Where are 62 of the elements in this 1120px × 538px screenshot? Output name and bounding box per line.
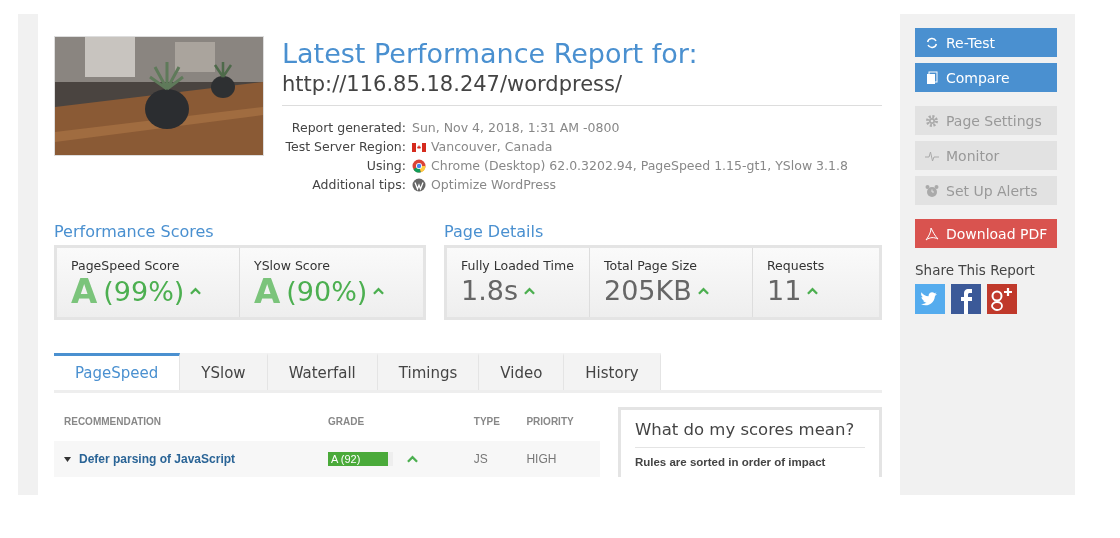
column-header: PRIORITY [516, 393, 600, 442]
score-value: (90%) [286, 275, 368, 307]
section-title: Page Details [444, 222, 545, 241]
score-label: PageSpeed Score [71, 258, 181, 273]
up-chevron-icon [407, 455, 418, 464]
alarm-clock-icon [925, 183, 939, 198]
facebook-icon[interactable] [951, 284, 981, 314]
action-button[interactable]: Download PDF [915, 219, 1057, 248]
tab[interactable]: YSlow [180, 353, 268, 390]
tab[interactable]: Timings [377, 353, 480, 390]
up-chevron-icon [373, 287, 385, 295]
grade-letter: A [71, 275, 98, 307]
copy-icon [925, 70, 939, 85]
section-title: Performance Scores [54, 222, 215, 241]
up-chevron-icon [697, 286, 709, 295]
detail-value: Vancouver, Canada [431, 139, 553, 154]
grade-letter: A [254, 275, 281, 307]
tab[interactable]: Waterfall [267, 353, 378, 390]
gear-icon [925, 113, 939, 128]
table-cell: HIGH [516, 441, 600, 477]
info-title: What do my scores mean? [634, 420, 865, 448]
collapsed-triangle-icon[interactable] [64, 456, 71, 462]
report-title: Latest Performance Report for: [282, 38, 699, 70]
info-text: Rules are sorted in order of impact [634, 456, 827, 468]
refresh-icon [925, 35, 939, 50]
metric-value: 11 [767, 275, 802, 306]
column-header: RECOMMENDATION [54, 393, 318, 442]
score-value: (99%) [103, 275, 185, 307]
detail-metric-label: Total Page Size [604, 258, 699, 273]
detail-metric-label: Fully Loaded Time [461, 258, 575, 273]
detail-value: Optimize WordPress [431, 177, 557, 192]
column-header: GRADE [318, 393, 464, 442]
share-title: Share This Report [915, 262, 1036, 278]
action-button[interactable]: Re-Test [915, 28, 1057, 57]
metric-value: 1.8s [461, 275, 518, 306]
action-button[interactable]: Page Settings [915, 106, 1057, 135]
action-button[interactable]: Compare [915, 63, 1057, 92]
up-chevron-icon [807, 286, 819, 295]
report-url: http://116.85.18.247/wordpress/ [282, 72, 882, 106]
score-label: YSlow Score [254, 258, 331, 273]
up-chevron-icon [524, 286, 535, 295]
detail-metric-label: Requests [767, 258, 826, 273]
detail-label: Report generated: [290, 120, 406, 135]
tab[interactable]: Video [479, 353, 565, 390]
action-button[interactable]: Monitor [915, 141, 1057, 170]
detail-label: Using: [365, 158, 406, 173]
tab[interactable]: PageSpeed [54, 353, 181, 390]
detail-label: Additional tips: [311, 177, 406, 192]
table-cell: JS [463, 441, 517, 477]
browser-icon [412, 158, 426, 173]
metric-value: 205KB [604, 275, 692, 306]
google-plus-icon[interactable] [987, 284, 1017, 314]
detail-value: Sun, Nov 4, 2018, 1:31 AM -0800 [412, 120, 620, 135]
wordpress-icon [412, 177, 426, 192]
column-header: TYPE [463, 393, 517, 442]
grade-bar: A (92) [328, 452, 393, 467]
action-button[interactable]: Set Up Alerts [915, 176, 1057, 205]
tab[interactable]: History [564, 353, 661, 390]
detail-label: Test Server Region: [284, 139, 406, 154]
up-chevron-icon [190, 287, 202, 295]
pdf-icon [925, 226, 939, 241]
detail-value: Chrome (Desktop) 62.0.3202.94, PageSpeed 1.15-gt1, YSlow 3.1.8 [431, 158, 848, 173]
